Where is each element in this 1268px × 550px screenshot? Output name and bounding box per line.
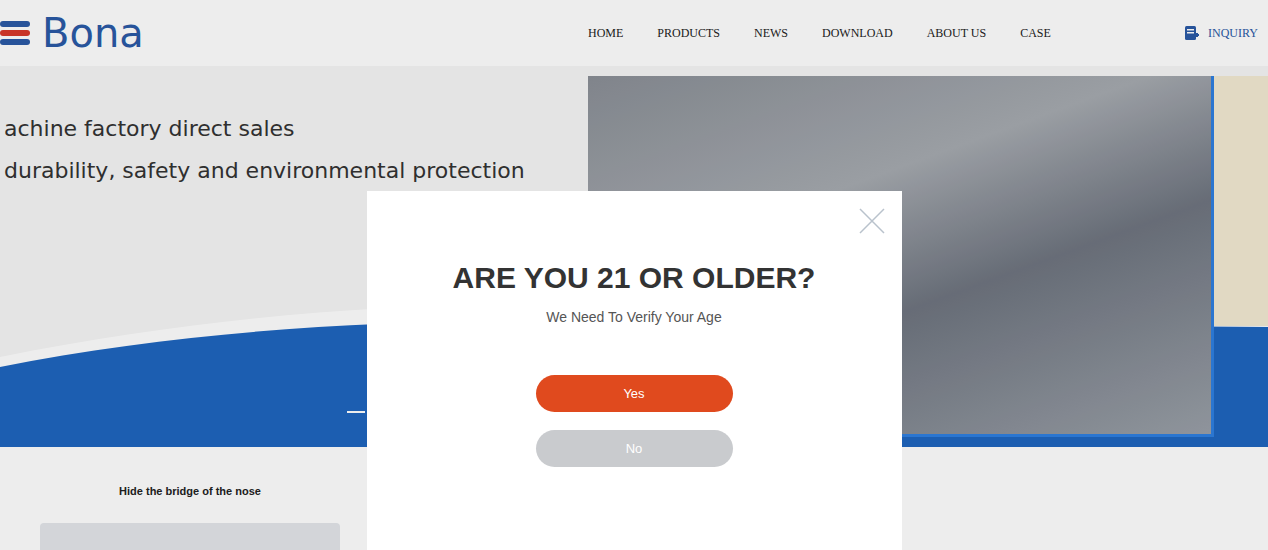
page: BonaHOMEPRODUCTSNEWSDOWNLOADABOUT USCASE… (0, 0, 1268, 550)
dialog-subtitle: We Need To Verify Your Age (546, 309, 721, 325)
no-button[interactable]: No (536, 430, 733, 467)
close-button[interactable] (858, 207, 886, 235)
dialog-buttons: Yes No (536, 375, 733, 467)
age-dialog: ARE YOU 21 OR OLDER? We Need To Verify Yo… (367, 191, 902, 550)
close-icon (858, 207, 886, 235)
yes-button[interactable]: Yes (536, 375, 733, 412)
dialog-title: ARE YOU 21 OR OLDER? (453, 261, 816, 295)
modal-overlay: ARE YOU 21 OR OLDER? We Need To Verify Yo… (0, 0, 1268, 550)
